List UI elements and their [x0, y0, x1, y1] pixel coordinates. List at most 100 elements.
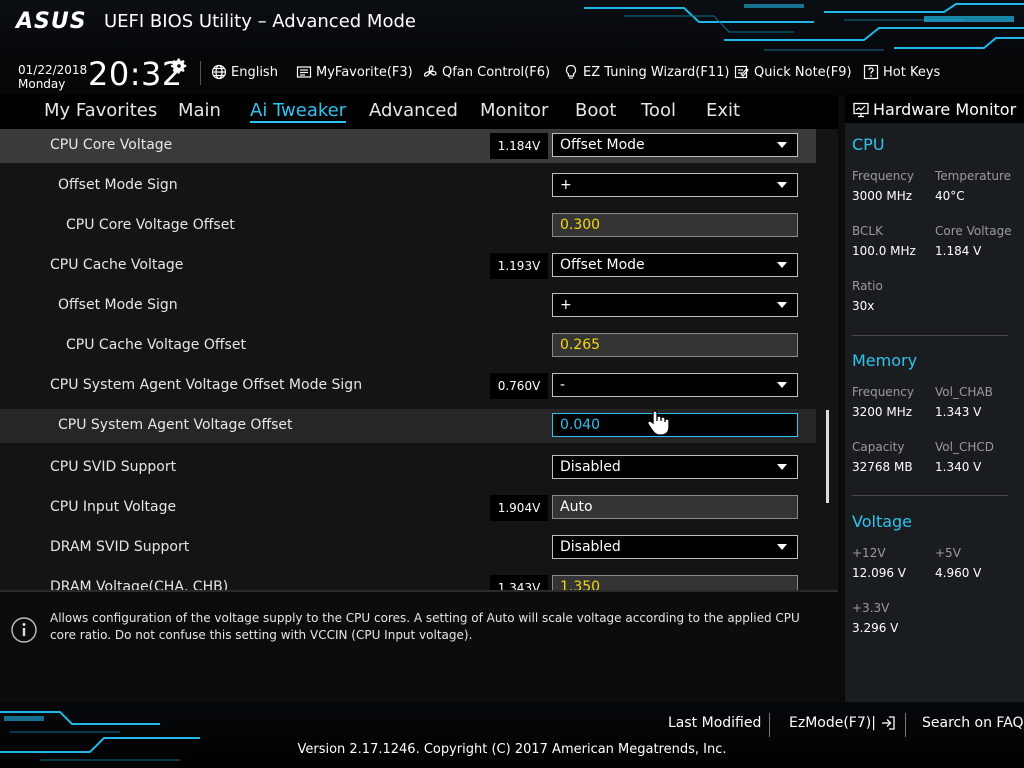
favorite-icon: [296, 66, 312, 78]
chevron-down-icon: [777, 382, 787, 388]
last-modified-button[interactable]: Last Modified: [668, 715, 761, 731]
version-text: Version 2.17.1246. Copyright (C) 2017 Am…: [0, 742, 1024, 757]
separator: [769, 713, 770, 737]
tab-advanced[interactable]: Advanced: [369, 100, 458, 121]
chevron-down-icon: [777, 142, 787, 148]
setting-label: CPU System Agent Voltage Offset: [58, 417, 293, 433]
quick-note-label: Quick Note(F9): [754, 64, 852, 80]
voltage-readout: 1.904V: [490, 495, 548, 521]
setting-row[interactable]: CPU SVID Support Disabled: [0, 451, 816, 485]
setting-label: CPU Input Voltage: [50, 499, 177, 515]
separator: [200, 61, 201, 85]
setting-row[interactable]: Offset Mode Sign +: [0, 169, 816, 203]
tab-boot[interactable]: Boot: [575, 100, 616, 121]
ratio-label: Ratio: [852, 279, 883, 293]
setting-label: CPU Core Voltage: [50, 137, 173, 153]
question-icon: [863, 64, 879, 80]
search-faq-label: Search on FAQ: [922, 715, 1024, 731]
chevron-down-icon: [777, 464, 787, 470]
setting-input-active[interactable]: 0.040: [552, 413, 798, 437]
setting-row[interactable]: CPU System Agent Voltage Offset Mode Sig…: [0, 369, 816, 403]
setting-row[interactable]: CPU Cache Voltage 1.193V Offset Mode: [0, 249, 816, 283]
divider: [852, 335, 1008, 336]
ezmode-label: EzMode(F7)|: [789, 715, 876, 731]
scrollbar-thumb[interactable]: [826, 410, 829, 503]
setting-input[interactable]: 1.350: [552, 575, 798, 590]
select-value: Disabled: [560, 459, 621, 475]
v12-value: 12.096 V: [852, 566, 907, 580]
version-label: Version 2.17.1246. Copyright (C) 2017 Am…: [297, 742, 727, 757]
quick-note-button[interactable]: Quick Note(F9): [734, 63, 852, 81]
cpu-temperature-value: 40°C: [935, 189, 965, 203]
cpu-frequency-label: Frequency: [852, 169, 914, 183]
gear-icon[interactable]: [170, 57, 188, 75]
memory-heading: Memory: [852, 351, 918, 370]
setting-row[interactable]: Offset Mode Sign +: [0, 289, 816, 323]
setting-select[interactable]: Disabled: [552, 455, 798, 479]
setting-select[interactable]: +: [552, 173, 798, 197]
setting-select[interactable]: +: [552, 293, 798, 317]
v33-value: 3.296 V: [852, 621, 899, 635]
app-title: UEFI BIOS Utility – Advanced Mode: [104, 11, 416, 32]
setting-row[interactable]: CPU Core Voltage Offset 0.300: [0, 209, 816, 243]
search-faq-button[interactable]: Search on FAQ: [922, 715, 1024, 731]
language-button[interactable]: English: [211, 63, 278, 81]
setting-row[interactable]: CPU Cache Voltage Offset 0.265: [0, 329, 816, 363]
vol-chab-value: 1.343 V: [935, 405, 982, 419]
tab-exit[interactable]: Exit: [706, 100, 740, 121]
title-bar: ASUS UEFI BIOS Utility – Advanced Mode: [0, 0, 1024, 55]
weekday-text: Monday: [18, 77, 66, 91]
select-value: Offset Mode: [560, 257, 645, 273]
setting-label: DRAM SVID Support: [50, 539, 190, 555]
voltage-readout: 1.193V: [490, 253, 548, 279]
tab-tool[interactable]: Tool: [641, 100, 676, 121]
tab-ai-tweaker[interactable]: Ai Tweaker: [250, 100, 347, 123]
ez-tuning-wizard-label: EZ Tuning Wizard(F11): [583, 64, 730, 80]
fan-icon: [423, 65, 437, 77]
ez-tuning-wizard-button[interactable]: EZ Tuning Wizard(F11): [563, 63, 729, 81]
last-modified-label: Last Modified: [668, 715, 762, 731]
hardware-monitor-panel: Hardware Monitor CPU Frequency Temperatu…: [838, 95, 1024, 702]
setting-row[interactable]: CPU Core Voltage 1.184V Offset Mode: [0, 129, 816, 163]
hot-keys-button[interactable]: Hot Keys: [863, 63, 940, 81]
asus-logo: ASUS: [16, 9, 87, 34]
chevron-down-icon: [777, 262, 787, 268]
setting-select[interactable]: Offset Mode: [552, 133, 798, 157]
monitor-icon: [853, 102, 869, 118]
myfavorite-label: MyFavorite(F3): [316, 64, 413, 80]
setting-select[interactable]: Offset Mode: [552, 253, 798, 277]
cpu-frequency-value: 3000 MHz: [852, 189, 913, 203]
menu-tabs: My Favorites Main Ai Tweaker Advanced Mo…: [0, 95, 838, 129]
core-voltage-label: Core Voltage: [935, 224, 1012, 238]
setting-row[interactable]: DRAM Voltage(CHA, CHB) 1.343V 1.350: [0, 571, 816, 590]
cpu-temperature-label: Temperature: [935, 169, 1012, 183]
setting-input[interactable]: 0.265: [552, 333, 798, 357]
exit-arrow-icon: [881, 716, 895, 730]
setting-input[interactable]: Auto: [552, 495, 798, 519]
ezmode-button[interactable]: EzMode(F7)|: [789, 715, 896, 731]
tab-my-favorites[interactable]: My Favorites: [44, 100, 157, 121]
setting-select[interactable]: -: [552, 373, 798, 397]
qfan-control-label: Qfan Control(F6): [442, 64, 551, 80]
setting-label: CPU Cache Voltage Offset: [66, 337, 246, 353]
setting-input[interactable]: 0.300: [552, 213, 798, 237]
circuit-decoration: [0, 711, 200, 761]
qfan-control-button[interactable]: Qfan Control(F6): [422, 63, 550, 81]
setting-row[interactable]: DRAM SVID Support Disabled: [0, 531, 816, 565]
tab-main[interactable]: Main: [178, 100, 221, 121]
tab-monitor[interactable]: Monitor: [480, 100, 548, 121]
hardware-monitor-title: Hardware Monitor: [873, 100, 1017, 119]
myfavorite-button[interactable]: MyFavorite(F3): [296, 63, 413, 81]
help-panel: Allows configuration of the voltage supp…: [0, 590, 838, 702]
setting-row[interactable]: CPU Input Voltage 1.904V Auto: [0, 491, 816, 525]
select-value: -: [560, 377, 566, 393]
chevron-down-icon: [777, 544, 787, 550]
date-text: 01/22/2018: [18, 63, 88, 77]
vol-chcd-label: Vol_CHCD: [935, 440, 994, 454]
setting-label: Offset Mode Sign: [58, 177, 178, 193]
setting-row-selected[interactable]: CPU System Agent Voltage Offset 0.040: [0, 409, 816, 443]
settings-panel: CPU Core Voltage 1.184V Offset Mode Offs…: [0, 129, 838, 590]
memory-frequency-value: 3200 MHz: [852, 405, 913, 419]
setting-select[interactable]: Disabled: [552, 535, 798, 559]
vol-chab-label: Vol_CHAB: [935, 385, 993, 399]
